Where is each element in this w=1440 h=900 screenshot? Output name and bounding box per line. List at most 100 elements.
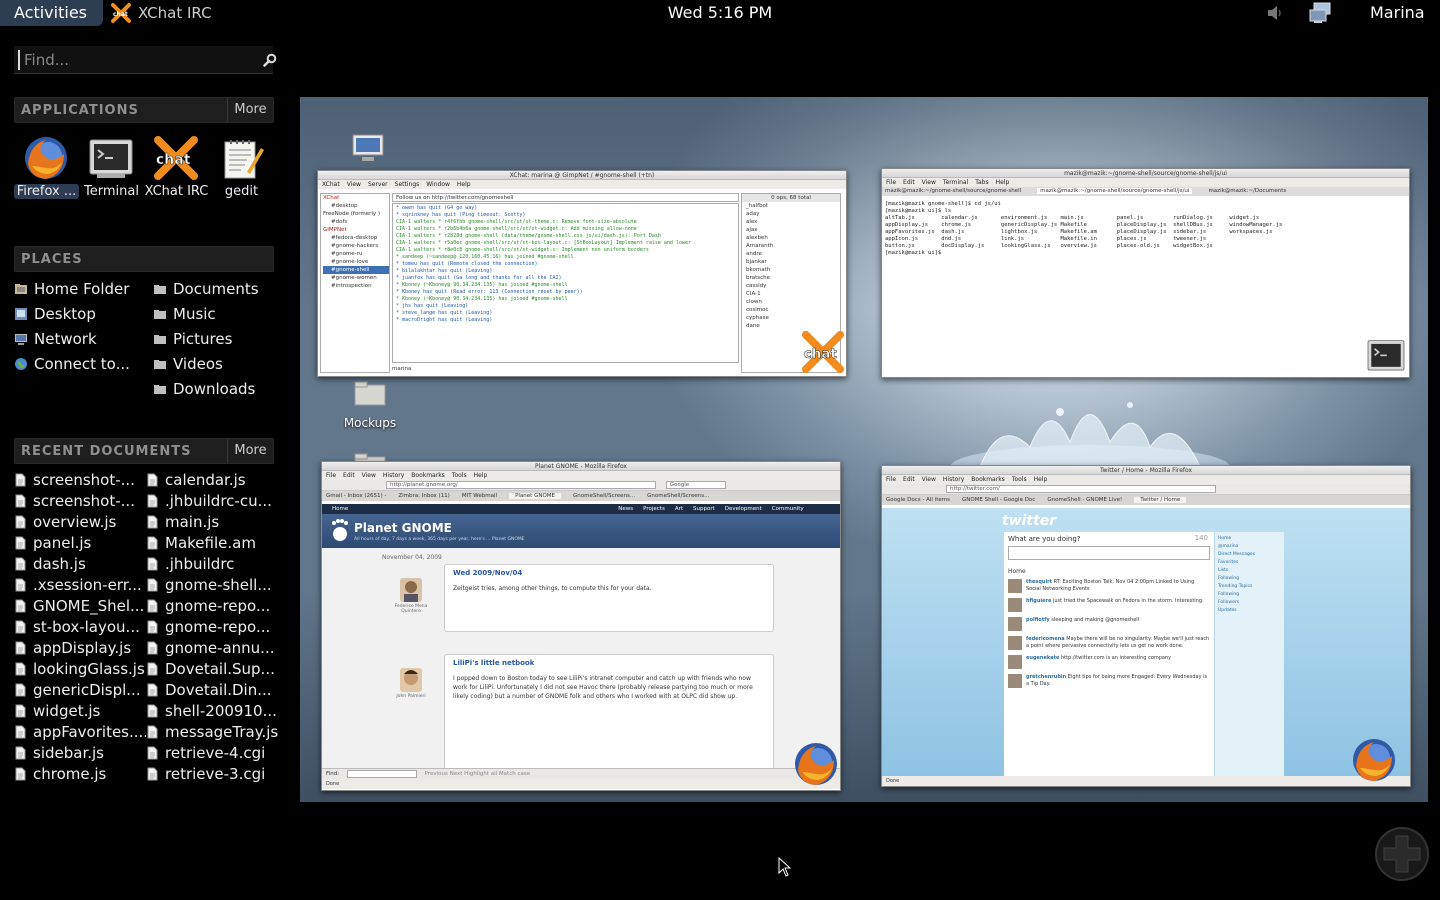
place-network[interactable]: Network [14,328,97,350]
menu-item: Edit [903,179,915,186]
xchat-window-thumbnail[interactable]: XChat: marina @ GimpNet / #gnome-shell (… [317,170,847,377]
place-videos[interactable]: Videos [153,353,223,375]
browser-tab-active: Twitter / Home [1134,497,1187,503]
recent-document-item[interactable]: gnome-repo... [146,596,278,616]
desktop-computer-shortcut[interactable] [338,133,398,172]
app-terminal[interactable]: Terminal [79,132,144,202]
place-pictures[interactable]: Pictures [153,328,232,350]
user-item: cassidy [746,283,767,289]
twitter-sidebar: Home @marina Direct Messages Favorites Lists… [1214,532,1284,776]
recent-document-item[interactable]: retrieve-4.cgi [146,743,278,763]
recent-document-item[interactable]: sidebar.js [14,743,146,763]
recent-document-item[interactable]: screenshot-... [14,491,146,511]
menu-item: Server [367,181,388,188]
place-label: Music [173,305,216,323]
recent-document-item[interactable]: dash.js [14,554,146,574]
app-gedit[interactable]: gedit [209,132,274,202]
recent-document-label: st-box-layou... [33,618,140,636]
recent-document-item[interactable]: calendar.js [146,470,278,490]
recent-document-label: dash.js [33,555,86,573]
recent-document-label: screenshot-... [33,492,135,510]
recent-document-item[interactable]: appFavorites.... [14,722,146,742]
activities-button[interactable]: Activities [0,0,103,26]
user-menu[interactable]: Marina [1370,3,1425,22]
terminal-line: altTab.js calendar.js environment.js mai… [885,215,1260,221]
applications-more-button[interactable]: More [227,98,273,122]
recent-document-item[interactable]: chrome.js [14,764,146,784]
place-connect-to-server[interactable]: Connect to... [14,353,130,375]
recent-document-item[interactable]: gnome-annu... [146,638,278,658]
desktop-folder-partial[interactable] [340,449,400,461]
recent-document-item[interactable]: main.js [146,512,278,532]
recent-document-item[interactable]: Makefile.am [146,533,278,553]
network-connection-icon[interactable] [1308,1,1334,25]
document-icon [147,599,158,613]
user-item: cosimoc [746,307,769,313]
recent-document-label: shell-200910... [165,702,277,720]
document-icon [147,494,158,508]
place-home-folder[interactable]: Home Folder [14,278,129,300]
place-label: Downloads [173,380,256,398]
nav-item: Projects [643,506,665,512]
recent-document-item[interactable]: overview.js [14,512,146,532]
recent-document-item[interactable]: Dovetail.Din... [146,680,278,700]
menu-item: Tools [451,472,467,479]
desktop-mockups-folder[interactable]: Mockups [340,377,400,430]
recent-document-item[interactable]: genericDispl... [14,680,146,700]
recent-documents-more-button[interactable]: More [227,439,273,463]
recent-document-item[interactable]: messageTray.js [146,722,278,742]
app-xchat[interactable]: chat XChat IRC [144,132,209,202]
recent-document-item[interactable]: .xsession-err... [14,575,146,595]
url-bar: http://planet.gnome.org/ [386,480,656,489]
recent-document-item[interactable]: st-box-layou... [14,617,146,637]
place-desktop[interactable]: Desktop [14,303,96,325]
document-icon [15,494,26,508]
place-downloads[interactable]: Downloads [153,378,255,400]
recent-document-item[interactable]: gnome-shell... [146,575,278,595]
document-icon [147,725,158,739]
tweet-content: thesquirt RT: Exciting Boston Talk, Nov … [1026,579,1210,593]
recent-document-label: overview.js [33,513,117,531]
top-panel: Activities chat XChat IRC Wed 5:16 PM Ma… [0,0,1440,26]
tweet-text: just tried the Spacewalk on Fedora in th… [1052,598,1204,604]
place-music[interactable]: Music [153,303,216,325]
recent-document-item[interactable]: gnome-repo... [146,617,278,637]
terminal-line: appFavorites.js dash.js lightbox.js Make… [885,229,1273,235]
clock[interactable]: Wed 5:16 PM [668,3,772,22]
add-workspace-icon[interactable] [1374,826,1430,882]
recent-document-item[interactable]: widget.js [14,701,146,721]
search-icon[interactable] [262,52,278,68]
terminal-window-thumbnail[interactable]: mazik@mazik:~/gnome-shell/source/gnome-s… [881,168,1410,378]
place-documents[interactable]: Documents [153,278,259,300]
menu-item: Bookmarks [971,476,1005,483]
workspace-preview[interactable]: Mockups XChat: marina @ GimpNet / #gnome… [300,97,1428,802]
nav-item: Home [332,506,349,512]
twitter-logo: twitter [1002,513,1057,529]
tweet-text: sleeping and making @gnomeshell [1051,617,1140,623]
user-item: alex [746,219,758,225]
volume-icon[interactable] [1266,3,1284,23]
recent-document-item[interactable]: appDisplay.js [14,638,146,658]
recent-document-item[interactable]: shell-200910... [146,701,278,721]
document-icon [147,767,158,781]
app-menu[interactable]: chat XChat IRC [110,2,212,24]
recent-document-item[interactable]: Dovetail.Sup... [146,659,278,679]
place-label: Desktop [34,305,96,323]
document-icon [147,641,158,655]
recent-document-item[interactable]: GNOME_Shel... [14,596,146,616]
channel-item: #gnome-love [331,259,369,265]
folder-icon [154,310,166,319]
recent-document-item[interactable]: lookingGlass.js [14,659,146,679]
recent-document-item[interactable]: retrieve-3.cgi [146,764,278,784]
recent-document-item[interactable]: .jhbuildrc [146,554,278,574]
search-input[interactable] [24,48,244,72]
folder-icon [154,360,166,369]
twitter-firefox-window-thumbnail[interactable]: Twitter / Home - Mozilla Firefox File Edi… [881,465,1411,787]
app-firefox[interactable]: Firefox ... [14,132,79,202]
tweet-author: gretchenrubin [1026,674,1067,680]
recent-document-item[interactable]: panel.js [14,533,146,553]
recent-document-item[interactable]: .jhbuildrc-cu... [146,491,278,511]
recent-document-item[interactable]: screenshot-... [14,470,146,490]
planet-gnome-firefox-window-thumbnail[interactable]: Planet GNOME - Mozilla Firefox File Edit V… [321,461,841,791]
browser-tabs: Google Docs - All items GNOME Shell - Goo… [882,495,1410,505]
